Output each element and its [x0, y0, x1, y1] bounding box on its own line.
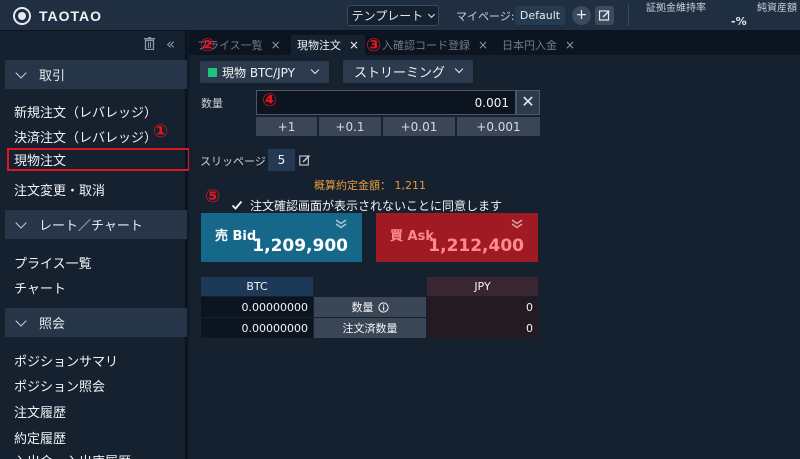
balance-jpy-ordered: 0: [427, 318, 538, 338]
bid-price: 1,209,900: [252, 236, 348, 256]
order-mode-label: ストリーミング: [354, 66, 446, 81]
order-mode-dropdown[interactable]: ストリーミング: [343, 60, 473, 83]
increment-0.1-button[interactable]: +0.1: [319, 117, 381, 136]
collapse-sidebar-icon[interactable]: «: [166, 35, 175, 53]
tab-jpy-deposit[interactable]: 日本円入金 ×: [502, 35, 575, 55]
estimated-amount: 概算約定金額： 1,211: [314, 177, 426, 193]
section-label: 照会: [39, 317, 66, 332]
close-icon[interactable]: ×: [565, 38, 575, 52]
info-icon[interactable]: [377, 301, 389, 313]
close-icon[interactable]: ×: [349, 38, 359, 52]
agree-label: 注文確認画面が表示されないことに同意します: [250, 199, 503, 213]
buy-ask-button[interactable]: 買 Ask 1,212,400: [376, 213, 538, 262]
increment-1-button[interactable]: +1: [256, 117, 317, 136]
net-assets-label: 純資産額: [757, 3, 797, 14]
annotation-5: ⑤: [205, 186, 221, 207]
annotation-4: ④: [262, 90, 278, 111]
ask-price: 1,212,400: [428, 236, 524, 256]
sidebar-item-price-list[interactable]: プライス一覧: [14, 253, 92, 272]
slippage-label: スリッページ: [200, 155, 266, 168]
sidebar-item-deposit-history[interactable]: 入出金・入出庫履歴: [14, 451, 131, 459]
sidebar-item-position-inquiry[interactable]: ポジション照会: [14, 376, 105, 395]
estimated-amount-value: 1,211: [394, 179, 427, 192]
tab-label: 入確認コード登録: [382, 39, 470, 52]
chevron-down-icon: [15, 314, 27, 327]
increment-0.001-button[interactable]: +0.001: [457, 117, 540, 136]
annotation-3: ③: [366, 35, 382, 56]
symbol-label: 現物 BTC/JPY: [222, 65, 295, 80]
close-icon[interactable]: ×: [271, 38, 281, 52]
close-icon[interactable]: ×: [478, 38, 488, 52]
balance-row-label-ordered: 注文済数量: [314, 318, 426, 338]
sidebar-toolbar: «: [0, 31, 185, 57]
double-chevron-down-icon: [335, 219, 347, 229]
slippage-value[interactable]: 5: [268, 149, 295, 171]
balance-jpy-quantity: 0: [427, 297, 538, 317]
chevron-down-icon: [15, 66, 27, 79]
logo-text: TAOTAO: [39, 8, 103, 24]
clear-quantity-button[interactable]: ✕: [516, 90, 540, 115]
double-chevron-down-icon: [511, 219, 523, 229]
balance-header-jpy: JPY: [427, 277, 538, 296]
chevron-down-icon: [15, 216, 27, 229]
sidebar-item-new-leverage-order[interactable]: 新規注文（レバレッジ）: [14, 102, 157, 121]
annotation-1: ①: [153, 121, 169, 142]
balance-header-btc: BTC: [201, 277, 313, 296]
logo[interactable]: TAOTAO: [13, 7, 102, 25]
sidebar-section-trade[interactable]: 取引: [5, 60, 187, 89]
sidebar-item-label: 現物注文: [14, 154, 67, 169]
mypage-label: マイページ:: [456, 10, 515, 23]
top-header: TAOTAO テンプレート マイページ: Default + 証拠金維持率 -%…: [0, 0, 800, 31]
tab-label: 現物注文: [297, 39, 341, 52]
sidebar-item-position-summary[interactable]: ポジションサマリ: [14, 351, 118, 370]
template-dropdown[interactable]: テンプレート: [347, 5, 439, 26]
agree-checkbox[interactable]: [231, 199, 243, 211]
chevron-down-icon: [310, 65, 320, 75]
symbol-color-dot: [208, 67, 217, 77]
bid-label: 売 Bid: [215, 229, 257, 244]
edit-slippage-icon[interactable]: [299, 154, 311, 166]
header-divider: [628, 4, 629, 26]
sidebar-item-execution-history[interactable]: 約定履歴: [14, 428, 66, 447]
trash-icon[interactable]: [144, 37, 155, 50]
balance-btc-ordered: 0.00000000: [201, 318, 313, 338]
symbol-dropdown[interactable]: 現物 BTC/JPY: [200, 61, 329, 83]
sidebar-item-modify-cancel[interactable]: 注文変更・取消: [14, 180, 105, 199]
sidebar-item-chart[interactable]: チャート: [14, 278, 66, 297]
tab-confirm-code[interactable]: 入確認コード登録 ×: [382, 35, 488, 55]
tab-label: 日本円入金: [502, 39, 557, 52]
mypage-default-button[interactable]: Default: [515, 6, 565, 25]
margin-ratio-value: -%: [731, 15, 747, 28]
sell-bid-button[interactable]: 売 Bid 1,209,900: [201, 213, 362, 262]
section-label: 取引: [39, 69, 66, 84]
annotation-2: ②: [200, 35, 216, 56]
estimated-amount-label: 概算約定金額：: [314, 179, 391, 192]
increment-0.01-button[interactable]: +0.01: [383, 117, 455, 136]
logo-icon: [13, 7, 31, 25]
chevron-down-icon: [428, 10, 436, 18]
tab-bar: プライス一覧 × 現物注文 × 入確認コード登録 × 日本円入金 ×: [189, 31, 800, 55]
chevron-down-icon: [454, 64, 464, 74]
edit-icon: [598, 10, 610, 21]
balance-row-label-quantity: 数量: [314, 297, 426, 317]
margin-ratio-label: 証拠金維持率: [646, 3, 706, 14]
tab-spot-order[interactable]: 現物注文 ×: [291, 35, 366, 55]
quantity-label: 数量: [201, 97, 223, 110]
add-page-button[interactable]: +: [572, 6, 591, 25]
sidebar-section-rate-chart[interactable]: レート／チャート: [5, 210, 187, 239]
balance-btc-quantity: 0.00000000: [201, 297, 313, 317]
section-label: レート／チャート: [39, 219, 143, 234]
sidebar-item-close-leverage-order[interactable]: 決済注文（レバレッジ）: [14, 127, 157, 146]
sidebar-section-inquiry[interactable]: 照会: [5, 308, 187, 337]
quantity-input[interactable]: [256, 90, 516, 115]
sidebar-item-order-history[interactable]: 注文履歴: [14, 402, 66, 421]
sidebar-item-spot-order[interactable]: 現物注文: [7, 148, 190, 171]
row-label: 数量: [351, 301, 374, 314]
edit-page-button[interactable]: [595, 6, 614, 25]
template-label: テンプレート: [351, 9, 424, 23]
